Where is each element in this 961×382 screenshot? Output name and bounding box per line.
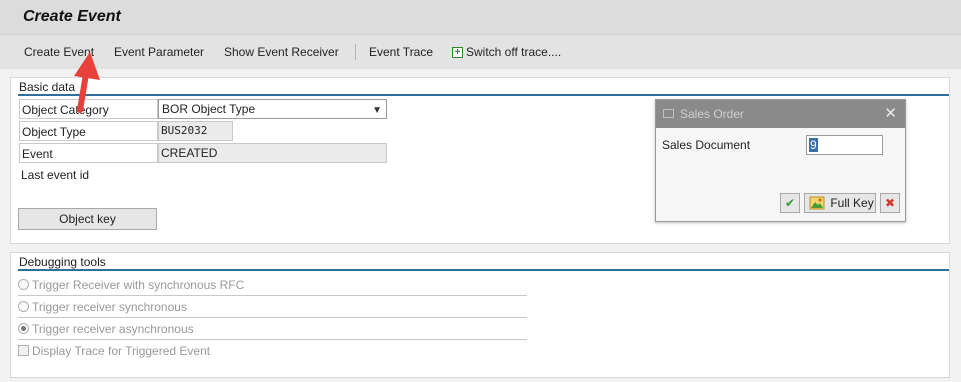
event-label: Event: [19, 143, 158, 163]
radio-trigger-receiver-synchronous[interactable]: Trigger receiver synchronous: [18, 296, 527, 318]
last-event-id-label: Last event id: [21, 168, 90, 182]
event-parameter-button[interactable]: Event Parameter: [114, 45, 204, 59]
radio-button: [18, 301, 29, 312]
chevron-down-icon: ▼: [372, 105, 382, 116]
checkmark-icon: ✔: [784, 196, 796, 210]
cancel-button[interactable]: ✖: [880, 193, 900, 213]
display-trace-checkbox[interactable]: Display Trace for Triggered Event: [18, 340, 527, 362]
object-category-select[interactable]: BOR Object Type ▼: [158, 99, 387, 119]
radio-button: [18, 279, 29, 290]
radio-label: Trigger receiver asynchronous: [32, 322, 194, 336]
sales-document-input[interactable]: 9: [806, 135, 883, 155]
dialog-title: Sales Order: [680, 107, 745, 121]
key-icon: [809, 196, 825, 210]
checkbox-label: Display Trace for Triggered Event: [32, 344, 211, 358]
debugging-tools-panel: Debugging tools Trigger Receiver with sy…: [10, 252, 950, 378]
object-category-value: BOR Object Type: [162, 102, 256, 116]
full-key-label: Full Key: [830, 196, 874, 210]
basic-data-title: Basic data: [19, 80, 76, 94]
section-divider: [18, 269, 949, 271]
confirm-button[interactable]: ✔: [780, 193, 800, 213]
checkbox: [18, 345, 29, 356]
application-toolbar: Create Event Event Parameter Show Event …: [0, 34, 961, 69]
object-key-button[interactable]: Object key: [18, 208, 157, 230]
page-title: Create Event: [23, 8, 121, 25]
radio-label: Trigger receiver synchronous: [32, 300, 187, 314]
event-field[interactable]: CREATED: [158, 143, 387, 163]
radio-trigger-receiver-asynchronous[interactable]: Trigger receiver asynchronous: [18, 318, 527, 340]
switch-off-trace-label: Switch off trace....: [466, 45, 562, 59]
event-trace-button[interactable]: Event Trace: [369, 45, 433, 59]
close-icon[interactable]: ✕: [884, 104, 897, 122]
annotation-arrow-icon: [74, 52, 100, 113]
cancel-x-icon: ✖: [884, 196, 896, 210]
window-icon: [663, 109, 674, 118]
sales-document-label: Sales Document: [662, 138, 751, 152]
object-type-field[interactable]: BUS2032: [158, 121, 233, 141]
dialog-header: Sales Order ✕: [656, 100, 905, 128]
title-bar: Create Event: [0, 0, 961, 34]
radio-button-selected: [18, 323, 29, 334]
plus-icon: +: [452, 47, 463, 58]
switch-off-trace-button[interactable]: + Switch off trace....: [452, 45, 561, 59]
show-event-receiver-button[interactable]: Show Event Receiver: [224, 45, 339, 59]
sales-document-value: 9: [809, 138, 818, 152]
debugging-tools-title: Debugging tools: [19, 255, 106, 269]
toolbar-separator: [355, 44, 356, 60]
radio-trigger-receiver-sync-rfc[interactable]: Trigger Receiver with synchronous RFC: [18, 274, 527, 296]
full-key-button[interactable]: Full Key: [804, 193, 876, 213]
section-divider: [18, 94, 949, 96]
sales-order-dialog: Sales Order ✕ Sales Document 9 ✔ Full Ke…: [655, 99, 906, 222]
radio-label: Trigger Receiver with synchronous RFC: [32, 278, 245, 292]
object-type-label: Object Type: [19, 121, 158, 141]
